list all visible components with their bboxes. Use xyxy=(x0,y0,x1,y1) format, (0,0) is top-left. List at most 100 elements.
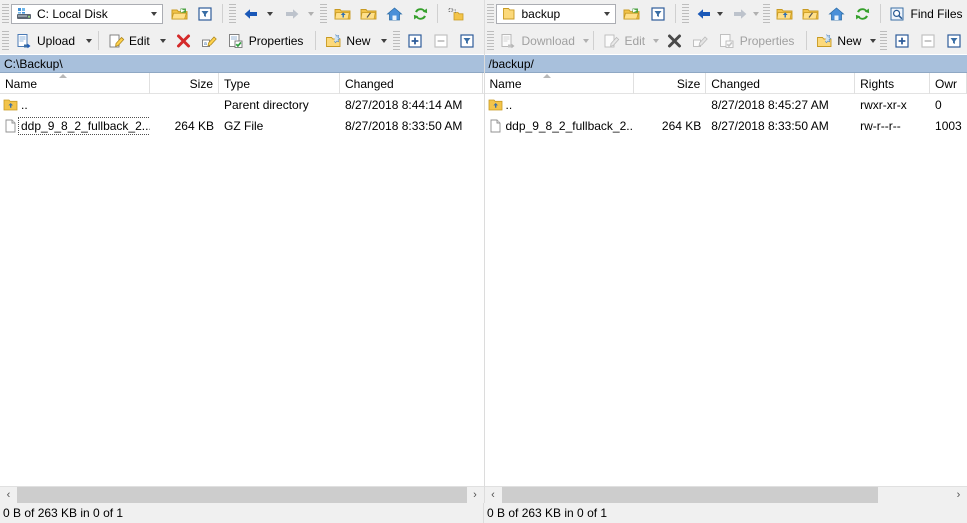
remote-open-directory-button[interactable] xyxy=(619,2,645,25)
file-icon xyxy=(2,117,19,134)
local-horizontal-scrollbar[interactable]: ‹ › xyxy=(0,486,484,503)
properties-button[interactable]: Properties xyxy=(223,29,312,52)
remote-row-owner: 1003 xyxy=(935,118,962,133)
local-header-size[interactable]: Size xyxy=(150,73,219,94)
command-toolbar: Upload Edit a Properties New Download Ed… xyxy=(0,27,967,54)
scroll-left-arrow-icon[interactable]: ‹ xyxy=(0,487,17,503)
rename-button[interactable]: a xyxy=(197,29,223,52)
local-row-name[interactable]: ddp_9_8_2_fullback_2... xyxy=(0,115,150,136)
back-arrow-icon xyxy=(242,5,260,23)
toolbar-grip[interactable] xyxy=(486,31,494,50)
scroll-left-arrow-icon[interactable]: ‹ xyxy=(484,487,502,503)
remote-parent-directory-button[interactable] xyxy=(772,2,798,25)
new-dropdown[interactable] xyxy=(378,39,389,43)
remote-filter-button[interactable] xyxy=(645,2,671,25)
scroll-right-arrow-icon[interactable]: › xyxy=(950,487,967,503)
edit-button[interactable]: Edit xyxy=(103,29,158,52)
remote-new-dropdown[interactable] xyxy=(869,39,876,43)
local-add-bookmark-button[interactable] xyxy=(442,2,468,25)
remote-pane: /backup/ Name Size Changed Rights Owr ..… xyxy=(484,54,967,503)
remote-select-add-button[interactable] xyxy=(889,29,915,52)
local-filter-button[interactable] xyxy=(192,2,218,25)
remote-horizontal-scrollbar[interactable]: ‹ › xyxy=(484,486,967,503)
local-home-directory-button[interactable] xyxy=(381,2,407,25)
remote-row-name[interactable]: ddp_9_8_2_fullback_2... xyxy=(485,115,634,136)
remote-root-directory-button[interactable] xyxy=(798,2,824,25)
toolbar-separator xyxy=(593,31,595,50)
toolbar-grip[interactable] xyxy=(681,4,689,23)
remote-forward-dropdown xyxy=(753,12,759,16)
remote-file-list[interactable]: .. 8/27/2018 8:45:27 AM rwxr-xr-x 0 ddp_… xyxy=(484,94,967,486)
toolbar-grip[interactable] xyxy=(880,31,888,50)
remote-path-bar[interactable]: /backup/ xyxy=(484,54,967,73)
remote-selection-filter-button[interactable] xyxy=(941,29,967,52)
toolbar-grip[interactable] xyxy=(2,4,9,23)
find-files-button[interactable]: Find Files xyxy=(885,2,967,25)
remote-scroll-thumb[interactable] xyxy=(501,487,879,503)
remote-properties-label: Properties xyxy=(739,33,795,48)
rename-icon xyxy=(692,32,710,50)
select-add-button[interactable] xyxy=(402,29,428,52)
local-row-name[interactable]: .. xyxy=(0,94,150,115)
local-header-changed[interactable]: Changed xyxy=(340,73,483,94)
local-back-dropdown[interactable] xyxy=(264,12,275,16)
selection-filter-button[interactable] xyxy=(454,29,480,52)
remote-header-rights-label: Rights xyxy=(860,76,895,91)
remote-path-combo[interactable]: backup xyxy=(495,3,616,24)
local-scroll-thumb[interactable] xyxy=(17,487,467,503)
local-root-directory-button[interactable] xyxy=(355,2,381,25)
toolbar-grip[interactable] xyxy=(229,4,236,23)
remote-rename-button xyxy=(688,29,714,52)
table-row[interactable]: ddp_9_8_2_fullback_2... 264 KB GZ File 8… xyxy=(0,115,484,136)
refresh-icon xyxy=(411,5,429,23)
svg-text:a: a xyxy=(204,41,207,47)
upload-dropdown[interactable] xyxy=(83,39,94,43)
remote-back-button[interactable] xyxy=(691,2,717,25)
chevron-down-icon[interactable] xyxy=(599,5,615,23)
local-scroll-track[interactable] xyxy=(17,487,467,503)
local-path-bar[interactable]: C:\Backup\ xyxy=(0,54,484,73)
download-button: Download xyxy=(496,29,583,52)
local-forward-button xyxy=(279,2,305,25)
toolbar-grip[interactable] xyxy=(393,31,401,50)
remote-refresh-button[interactable] xyxy=(850,2,876,25)
winscp-window: C: Local Disk backup Find Files Upload E… xyxy=(0,0,967,523)
remote-header-rights[interactable]: Rights xyxy=(855,73,931,94)
local-header-size-label: Size xyxy=(189,76,213,91)
local-header-name[interactable]: Name xyxy=(0,73,150,94)
remote-home-directory-button[interactable] xyxy=(824,2,850,25)
remote-header-size[interactable]: Size xyxy=(634,73,707,94)
remote-row-name[interactable]: .. xyxy=(485,94,635,115)
chevron-down-icon[interactable] xyxy=(146,5,162,23)
local-path-combo[interactable]: C: Local Disk xyxy=(11,3,163,24)
edit-dropdown[interactable] xyxy=(158,39,169,43)
toolbar-separator xyxy=(98,31,100,50)
scroll-right-arrow-icon[interactable]: › xyxy=(466,487,484,503)
local-row-changed: 8/27/2018 8:44:14 AM xyxy=(345,97,463,112)
toolbar-grip[interactable] xyxy=(320,4,327,23)
toolbar-grip[interactable] xyxy=(2,31,9,50)
remote-header-name[interactable]: Name xyxy=(485,73,635,94)
new-button[interactable]: New xyxy=(320,29,378,52)
remote-column-headers: Name Size Changed Rights Owr xyxy=(484,73,967,94)
local-open-directory-button[interactable] xyxy=(166,2,192,25)
table-row[interactable]: .. Parent directory 8/27/2018 8:44:14 AM xyxy=(0,94,484,115)
delete-button[interactable] xyxy=(171,29,197,52)
remote-back-dropdown[interactable] xyxy=(717,12,723,16)
local-back-button[interactable] xyxy=(238,2,264,25)
local-refresh-button[interactable] xyxy=(407,2,433,25)
local-parent-directory-button[interactable] xyxy=(329,2,355,25)
remote-scroll-track[interactable] xyxy=(501,487,950,503)
toolbar-separator xyxy=(222,4,223,23)
remote-header-changed[interactable]: Changed xyxy=(706,73,856,94)
upload-button[interactable]: Upload xyxy=(11,29,83,52)
toolbar-grip[interactable] xyxy=(486,4,494,23)
toolbar-grip[interactable] xyxy=(762,4,770,23)
local-header-type[interactable]: Type xyxy=(219,73,340,94)
table-row[interactable]: ddp_9_8_2_fullback_2... 264 KB 8/27/2018… xyxy=(485,115,967,136)
table-row[interactable]: .. 8/27/2018 8:45:27 AM rwxr-xr-x 0 xyxy=(485,94,967,115)
rename-icon: a xyxy=(201,32,219,50)
local-file-list[interactable]: .. Parent directory 8/27/2018 8:44:14 AM xyxy=(0,94,484,486)
remote-new-button[interactable]: New xyxy=(811,29,869,52)
remote-header-owner[interactable]: Owr xyxy=(930,73,967,94)
